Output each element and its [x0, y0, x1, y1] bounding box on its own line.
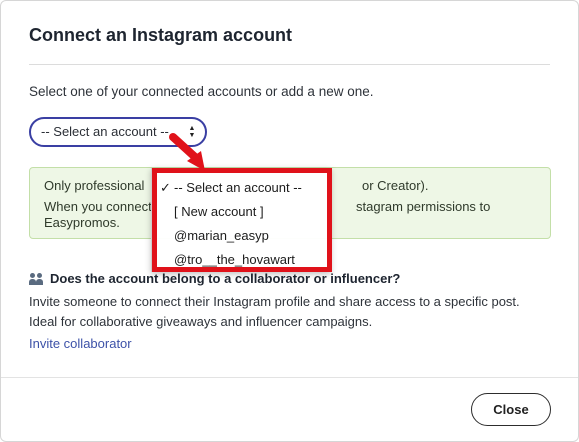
note-line-2-start: When you connect: [44, 199, 152, 214]
collaborator-heading: Does the account belong to a collaborato…: [29, 271, 400, 286]
note-line-2-end: stagram permissions to: [356, 199, 491, 214]
dropdown-option-account[interactable]: @marian_easyp: [152, 224, 330, 246]
note-line-1-start: Only professional: [44, 178, 145, 193]
red-arrow-icon: [169, 133, 205, 171]
account-dropdown-menu: ✓ -- Select an account -- [ New account …: [151, 168, 331, 272]
dropdown-option-select-account[interactable]: ✓ -- Select an account --: [152, 176, 330, 198]
note-line-3: Easypromos.: [44, 215, 120, 230]
checkmark-icon: ✓: [160, 180, 171, 195]
collaborator-heading-text: Does the account belong to a collaborato…: [50, 271, 401, 286]
dropdown-option-new-account[interactable]: [ New account ]: [152, 200, 330, 222]
collaborator-description-2: Ideal for collaborative giveaways and in…: [29, 314, 373, 329]
footer-divider: [1, 377, 578, 378]
collaborator-description-1: Invite someone to connect their Instagra…: [29, 294, 520, 309]
intro-text: Select one of your connected accounts or…: [29, 84, 374, 99]
modal-title: Connect an Instagram account: [29, 25, 293, 45]
account-select-value: -- Select an account --: [41, 124, 169, 139]
note-line-1-end: or Creator).: [362, 178, 429, 193]
close-button[interactable]: Close: [471, 393, 551, 426]
title-divider: [29, 64, 550, 65]
dropdown-option-account[interactable]: @tro__the_hovawart: [152, 248, 330, 270]
people-icon: [29, 272, 47, 285]
invite-collaborator-link[interactable]: Invite collaborator: [29, 336, 132, 351]
